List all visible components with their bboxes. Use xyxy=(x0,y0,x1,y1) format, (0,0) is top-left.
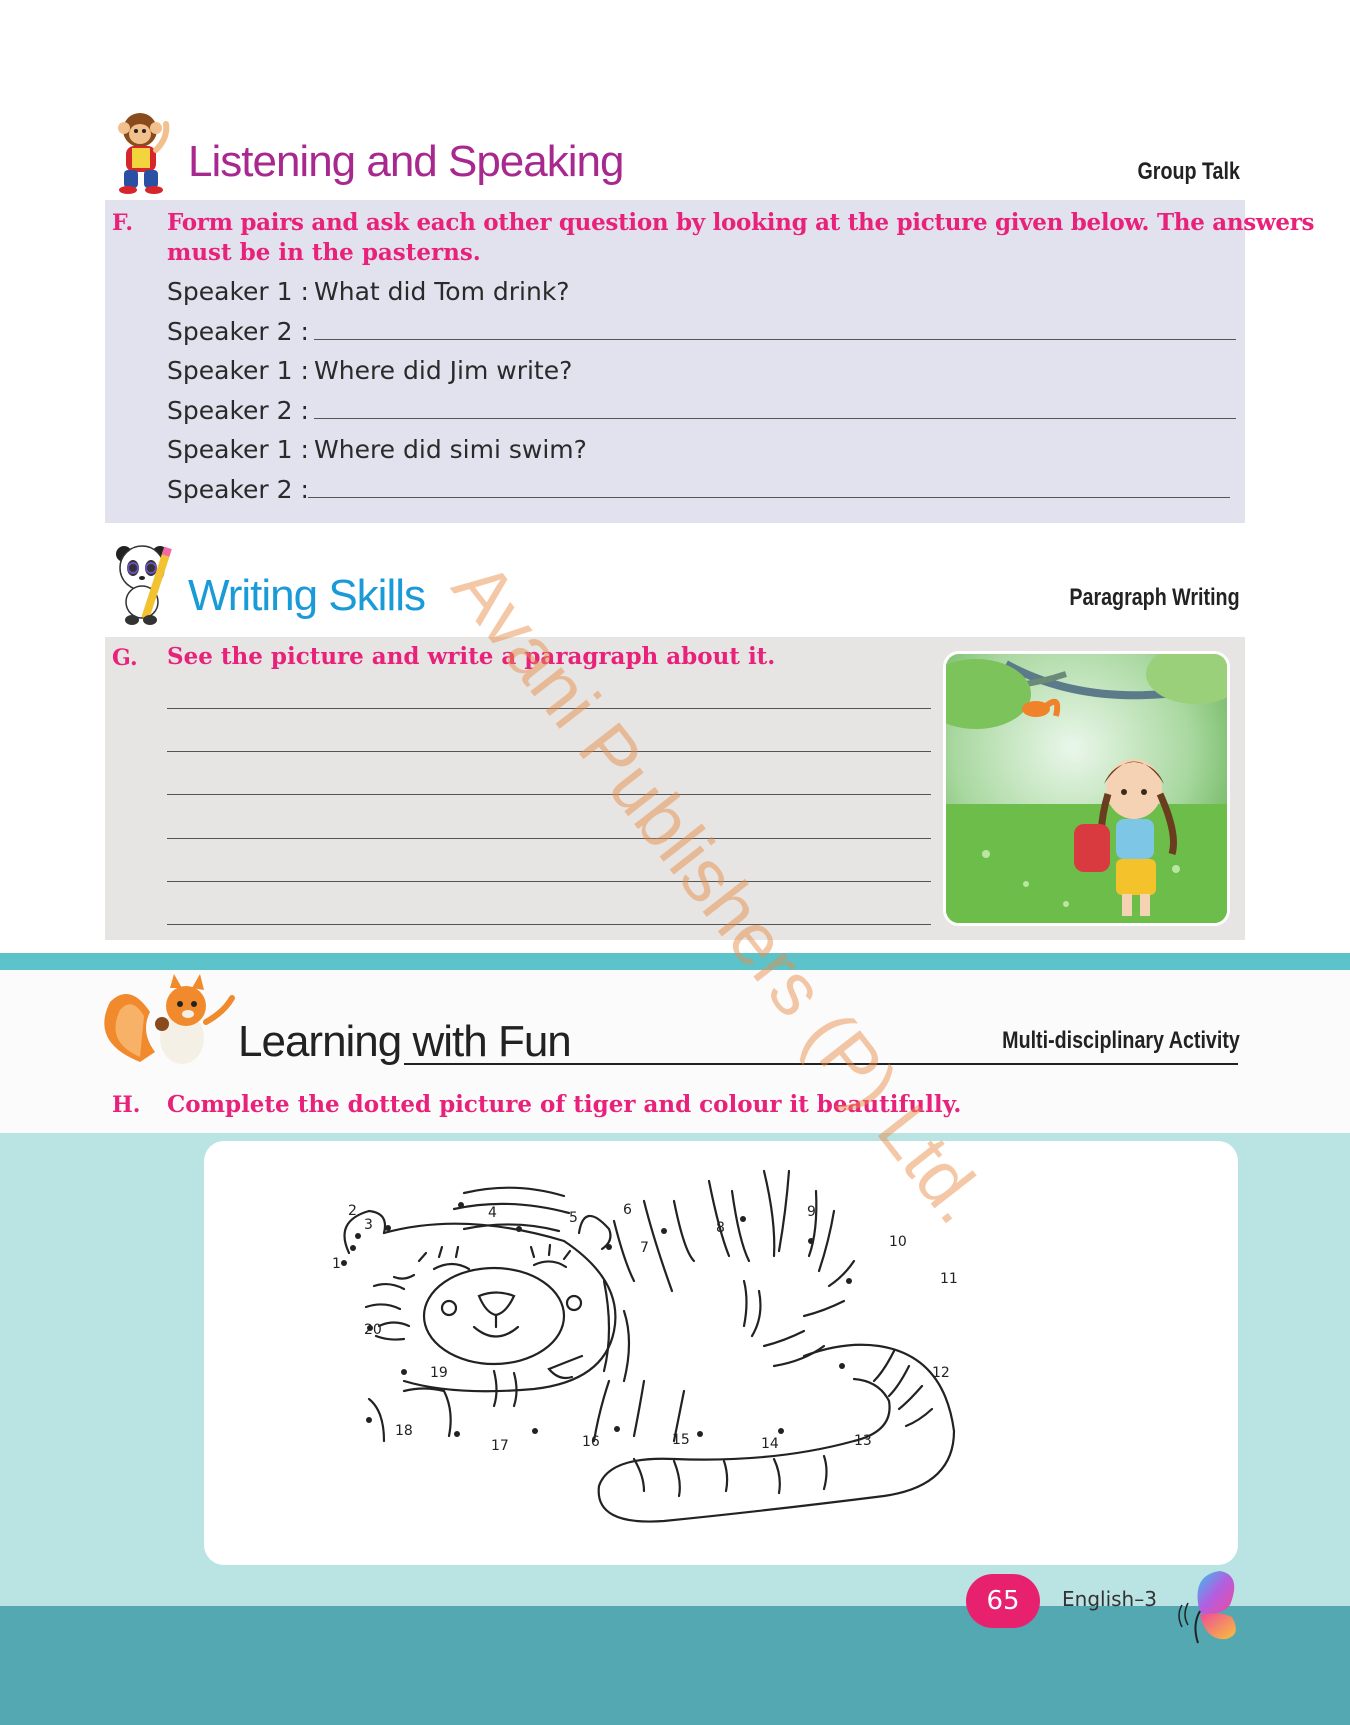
writing-line[interactable] xyxy=(167,924,931,925)
dot-number: 8 xyxy=(716,1220,725,1236)
dot-number: 15 xyxy=(672,1432,690,1448)
panda-mascot-icon xyxy=(116,545,172,625)
writing-line[interactable] xyxy=(167,708,931,709)
writing-skills-title: Writing Skills xyxy=(188,571,426,620)
book-title: English–3 xyxy=(1062,1587,1157,1611)
writing-line[interactable] xyxy=(167,794,931,795)
speaker-label: Speaker 1 : xyxy=(167,356,309,385)
page-number-badge: 65 xyxy=(966,1574,1040,1628)
speaker-label: Speaker 1 : xyxy=(167,277,309,306)
dot-number: 9 xyxy=(807,1204,816,1220)
learning-with-fun-title: Learning with Fun xyxy=(238,1017,572,1066)
question-letter-g: G. xyxy=(112,645,138,671)
speaker-label: Speaker 2 : xyxy=(167,396,309,425)
speaker-question: Where did simi swim? xyxy=(314,435,587,464)
dot-number: 4 xyxy=(488,1205,497,1221)
section-divider-band xyxy=(0,953,1350,970)
dot-number: 12 xyxy=(932,1365,950,1381)
dot-number: 19 xyxy=(430,1365,448,1381)
monkey-mascot-icon xyxy=(118,113,170,194)
writing-line[interactable] xyxy=(167,838,931,839)
speaker-label: Speaker 2 : xyxy=(167,475,309,504)
speaker-label: Speaker 1 : xyxy=(167,435,309,464)
dot-number: 10 xyxy=(889,1234,907,1250)
writing-line[interactable] xyxy=(167,881,931,882)
dot-number: 20 xyxy=(364,1322,382,1338)
speaker-label: Speaker 2 : xyxy=(167,317,309,346)
group-talk-tag: Group Talk xyxy=(1137,158,1240,185)
writing-line[interactable] xyxy=(167,751,931,752)
title-underline xyxy=(404,1063,1238,1065)
activity-instruction: Complete the dotted picture of tiger and… xyxy=(167,1091,962,1118)
dot-number: 3 xyxy=(364,1217,373,1233)
dot-number: 1 xyxy=(332,1256,341,1272)
dot-number: 14 xyxy=(761,1436,779,1452)
dot-number: 17 xyxy=(491,1438,509,1454)
answer-line[interactable] xyxy=(314,418,1236,419)
answer-line[interactable] xyxy=(314,339,1236,340)
speaker-question: Where did Jim write? xyxy=(314,356,573,385)
paragraph-writing-tag: Paragraph Writing xyxy=(1069,584,1240,611)
listening-speaking-title: Listening and Speaking xyxy=(188,137,624,186)
dot-number: 7 xyxy=(640,1240,649,1256)
girl-in-park-illustration xyxy=(943,651,1230,926)
dot-number: 2 xyxy=(348,1203,357,1219)
footer-band xyxy=(0,1606,1350,1725)
question-letter-f: F. xyxy=(112,210,134,236)
dot-number: 5 xyxy=(569,1210,578,1226)
tiger-dot-to-dot-picture[interactable]: 3 2 1 4 5 6 7 8 9 10 11 12 13 14 15 16 1… xyxy=(204,1141,1238,1565)
writing-instruction: See the picture and write a paragraph ab… xyxy=(167,643,776,670)
multi-disciplinary-tag: Multi-disciplinary Activity xyxy=(1002,1027,1240,1054)
dot-number: 11 xyxy=(940,1271,958,1287)
speaking-instruction-line1: Form pairs and ask each other question b… xyxy=(167,209,1315,236)
answer-line[interactable] xyxy=(308,497,1230,498)
squirrel-mascot-icon xyxy=(104,974,235,1064)
dot-number: 18 xyxy=(395,1423,413,1439)
butterfly-icon xyxy=(1178,1571,1236,1644)
dot-number: 13 xyxy=(854,1433,872,1449)
dot-number: 6 xyxy=(623,1202,632,1218)
dot-number: 16 xyxy=(582,1434,600,1450)
question-letter-h: H. xyxy=(112,1092,141,1118)
speaking-instruction-line2: must be in the pasterns. xyxy=(167,239,481,266)
speaker-question: What did Tom drink? xyxy=(314,277,570,306)
